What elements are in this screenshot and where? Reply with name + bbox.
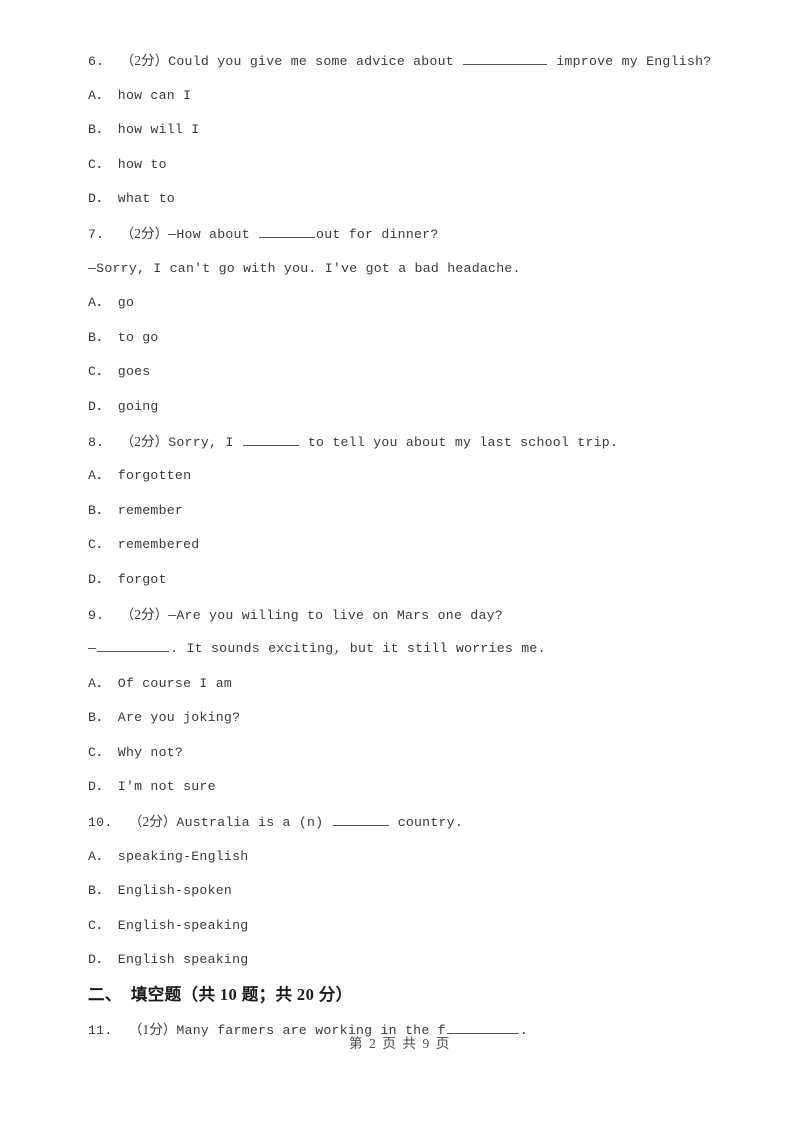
option-letter: B． <box>88 883 110 899</box>
option-label: going <box>117 398 159 414</box>
page-footer: 第 2 页 共 9 页 <box>349 1036 451 1051</box>
option-letter: D． <box>88 398 110 414</box>
question-score: （2分） <box>120 53 169 68</box>
option-letter: C． <box>88 917 110 933</box>
option-label: goes <box>117 364 151 380</box>
option-label: how can I <box>117 87 192 103</box>
question-text-after: to tell you about my last school trip. <box>299 434 619 450</box>
option-label: Of course I am <box>117 675 233 691</box>
question-number: 8. <box>88 434 105 450</box>
question-answer-line: — . It sounds exciting, but it still worr… <box>88 632 712 667</box>
question-text-before: Sorry, I <box>168 434 242 450</box>
option-letter: A． <box>88 295 110 311</box>
option-item[interactable]: C． Why not? <box>88 736 712 771</box>
option-label: English-spoken <box>117 883 233 899</box>
question-score: （2分） <box>120 225 169 241</box>
option-letter: D． <box>88 952 110 968</box>
option-letter: A． <box>88 87 110 103</box>
option-label: Why not? <box>117 744 184 760</box>
option-label: go <box>117 295 135 311</box>
option-label: how will I <box>117 122 200 138</box>
option-letter: B． <box>88 329 110 345</box>
question-stem: 7. （2分）—How about out for dinner? <box>88 217 712 252</box>
question-text-after: out for dinner? <box>316 226 439 242</box>
question-stem: 10. （2分）Australia is a (n) country. <box>88 805 712 840</box>
option-letter: D． <box>88 571 110 587</box>
option-label: remember <box>117 502 184 518</box>
question-stem: 8. （2分）Sorry, I to tell you about my las… <box>88 425 712 460</box>
option-item[interactable]: A． how can I <box>88 79 712 114</box>
fill-in-blank <box>463 51 548 65</box>
question-number: 7. <box>88 226 105 242</box>
option-item[interactable]: C． remembered <box>88 528 712 563</box>
fill-in-blank <box>97 639 170 653</box>
question-number: 10. <box>88 815 113 831</box>
answer-text-after: . It sounds exciting, but it still worri… <box>170 641 546 657</box>
question-dialogue-line: —Sorry, I can't go with you. I've got a … <box>88 260 521 276</box>
option-item[interactable]: A． speaking-English <box>88 840 712 875</box>
option-item[interactable]: A． Of course I am <box>88 667 712 702</box>
question-stem: 9. （2分）—Are you willing to live on Mars … <box>88 598 712 633</box>
question-stem: 6. （2分）Could you give me some advice abo… <box>88 44 712 79</box>
question-text-after: improve my English? <box>548 54 712 69</box>
option-item[interactable]: B． Are you joking? <box>88 701 712 736</box>
question-number: 6. <box>88 54 105 69</box>
section-heading: 二、 填空题（共 10 题；共 20 分） <box>88 985 353 1005</box>
option-label: what to <box>117 191 175 207</box>
option-item[interactable]: D． what to <box>88 182 712 217</box>
option-item[interactable]: B． how will I <box>88 113 712 148</box>
option-label: English-speaking <box>117 917 249 933</box>
option-item[interactable]: B． English-spoken <box>88 874 712 909</box>
option-label: forgotten <box>117 468 192 484</box>
option-letter: B． <box>88 710 110 726</box>
option-item[interactable]: D． going <box>88 390 712 425</box>
option-letter: D． <box>88 779 110 795</box>
exam-page: 6. （2分）Could you give me some advice abo… <box>0 0 800 1132</box>
option-item[interactable]: C． how to <box>88 148 712 183</box>
question-score: （2分） <box>128 814 177 830</box>
question-text-before: Australia is a (n) <box>176 815 332 831</box>
option-label: speaking-English <box>117 848 249 864</box>
option-letter: B． <box>88 122 110 138</box>
option-letter: D． <box>88 191 110 207</box>
fill-in-blank <box>242 432 299 446</box>
option-label: English speaking <box>117 952 249 968</box>
fill-in-blank <box>259 224 316 238</box>
option-letter: C． <box>88 744 110 760</box>
option-label: Are you joking? <box>117 710 241 726</box>
question-text-before: —Are you willing to live on Mars one day… <box>168 607 503 623</box>
question-number: 9. <box>88 607 105 623</box>
option-item[interactable]: A． go <box>88 286 712 321</box>
fill-in-blank <box>332 813 389 827</box>
option-letter: B． <box>88 502 110 518</box>
option-label: forgot <box>117 571 167 587</box>
option-item[interactable]: A． forgotten <box>88 459 712 494</box>
question-score: （2分） <box>120 606 169 622</box>
question-text-before: —How about <box>168 226 259 242</box>
option-item[interactable]: C． English-speaking <box>88 909 712 944</box>
option-letter: A． <box>88 848 110 864</box>
option-item[interactable]: B． to go <box>88 321 712 356</box>
option-letter: C． <box>88 156 110 172</box>
option-label: to go <box>117 329 159 345</box>
option-item[interactable]: D． forgot <box>88 563 712 598</box>
option-label: remembered <box>117 537 200 553</box>
option-letter: C． <box>88 537 110 553</box>
option-letter: A． <box>88 468 110 484</box>
option-label: I'm not sure <box>117 779 216 795</box>
option-letter: C． <box>88 364 110 380</box>
option-item[interactable]: B． remember <box>88 494 712 529</box>
option-letter: A． <box>88 675 110 691</box>
option-item[interactable]: D． I'm not sure <box>88 770 712 805</box>
question-text-before: Could you give me some advice about <box>168 54 463 69</box>
option-item[interactable]: C． goes <box>88 355 712 390</box>
option-label: how to <box>117 156 167 172</box>
question-score: （2分） <box>120 433 169 449</box>
option-item[interactable]: D． English speaking <box>88 943 712 978</box>
question-text-after: country. <box>389 815 464 831</box>
dash-prefix: — <box>88 641 97 657</box>
